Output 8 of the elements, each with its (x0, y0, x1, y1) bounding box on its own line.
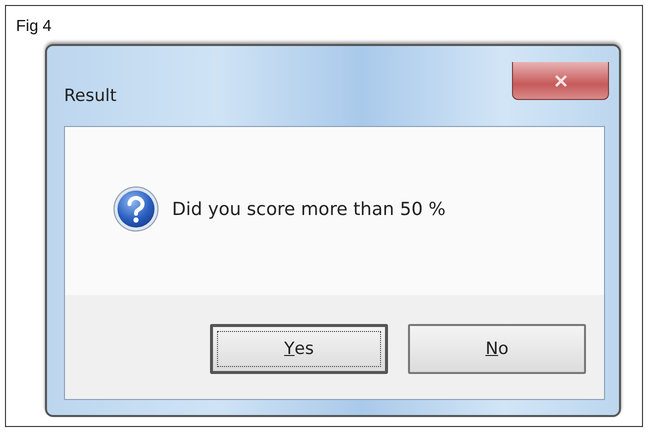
question-icon (112, 185, 160, 233)
window-title: Result (64, 86, 117, 106)
message-text: Did you score more than 50 % (172, 198, 446, 220)
no-button[interactable]: No (408, 324, 586, 374)
yes-button[interactable]: Yes (210, 324, 388, 374)
figure-label: Fig 4 (16, 18, 53, 37)
close-icon (554, 74, 568, 86)
close-button[interactable] (512, 62, 609, 100)
